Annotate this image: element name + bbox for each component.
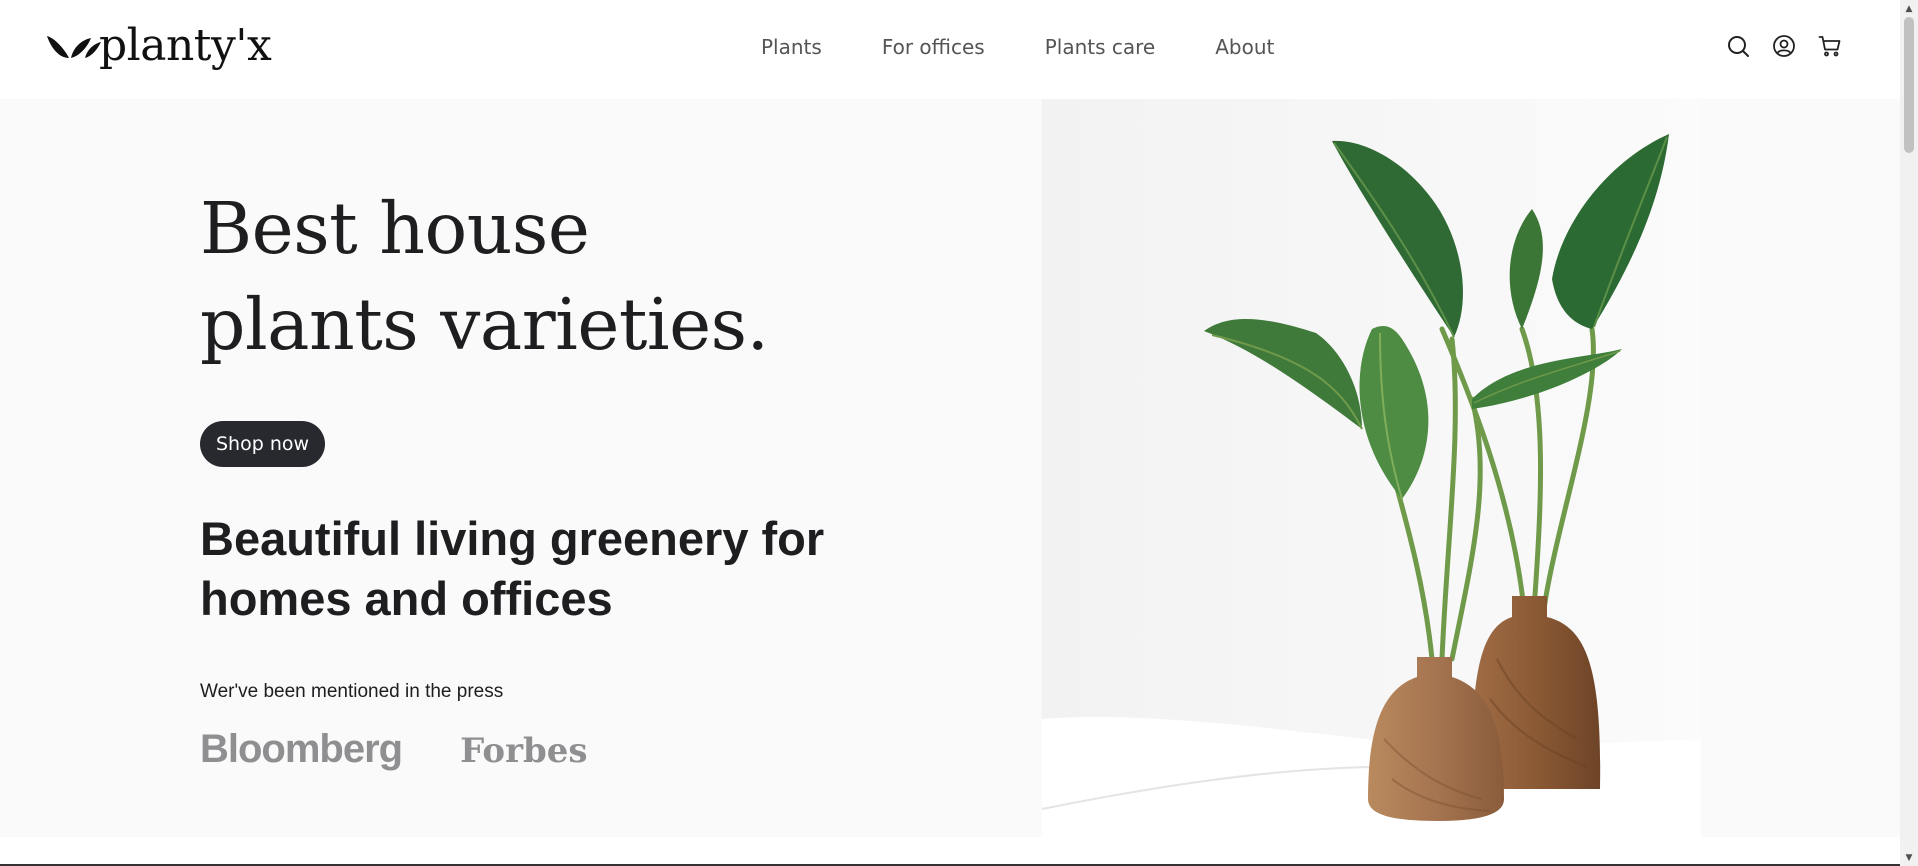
hero-plant-image <box>1042 99 1701 837</box>
shop-now-button[interactable]: Shop now <box>200 421 326 467</box>
hero-section: Best house plants varieties. Shop now Be… <box>0 99 1900 837</box>
main-nav: Plants For offices Plants care About <box>761 34 1274 60</box>
hero-subheading-line-1: Beautiful living greenery for <box>200 512 825 565</box>
hero-headline-line-2: plants varieties. <box>200 283 769 366</box>
nav-item-about[interactable]: About <box>1215 34 1274 60</box>
site-logo[interactable]: planty'x <box>45 18 272 74</box>
cart-icon[interactable] <box>1818 34 1842 58</box>
nav-item-plants-care[interactable]: Plants care <box>1045 34 1156 60</box>
press-mentions-label: Wer've been mentioned in the press <box>200 681 504 702</box>
hero-headline-line-1: Best house <box>200 187 590 270</box>
hero-subheading: Beautiful living greenery for homes and … <box>200 509 824 629</box>
forbes-logo: Forbes <box>460 731 588 771</box>
press-logos: Bloomberg Forbes <box>200 727 588 772</box>
site-header: planty'x Plants For offices Plants care … <box>0 0 1900 99</box>
logo-wordmark: planty'x <box>99 20 272 71</box>
scroll-up-arrow-icon[interactable]: ▲ <box>1900 0 1918 17</box>
potted-plants-illustration <box>1042 99 1701 837</box>
nav-item-for-offices[interactable]: For offices <box>882 34 985 60</box>
hero-subheading-line-2: homes and offices <box>200 572 613 625</box>
next-section-top <box>0 837 1900 866</box>
nav-item-plants[interactable]: Plants <box>761 34 822 60</box>
account-icon[interactable] <box>1772 34 1796 58</box>
hero-headline: Best house plants varieties. <box>200 181 769 373</box>
scrollbar-thumb[interactable] <box>1904 17 1914 153</box>
header-actions <box>1726 34 1842 58</box>
leaf-logo-icon <box>47 36 101 58</box>
scroll-down-arrow-icon[interactable]: ▼ <box>1900 849 1918 866</box>
search-icon[interactable] <box>1726 34 1750 58</box>
bloomberg-logo: Bloomberg <box>200 727 403 771</box>
page-scrollbar[interactable]: ▲ ▼ <box>1900 0 1918 866</box>
